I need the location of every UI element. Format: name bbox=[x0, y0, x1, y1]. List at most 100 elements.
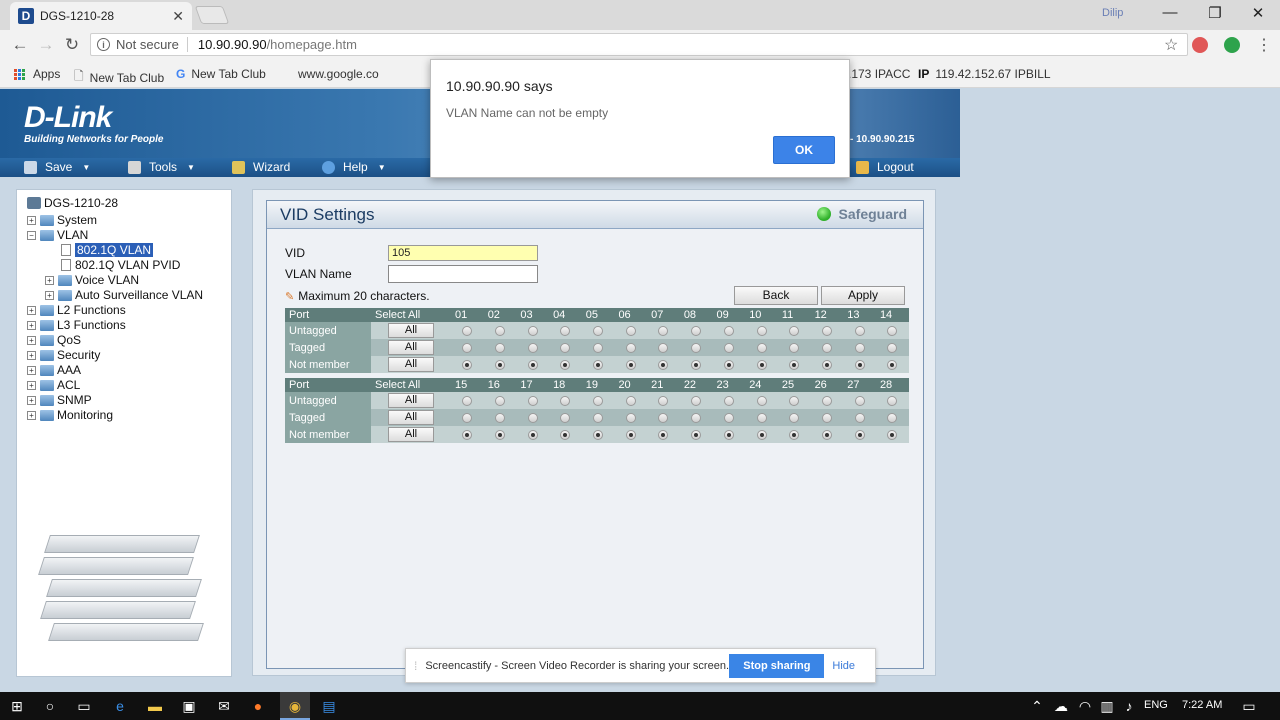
dialog-ok-button[interactable]: OK bbox=[773, 136, 835, 164]
expand-icon[interactable]: + bbox=[27, 395, 36, 405]
volume-icon[interactable]: ♪ bbox=[1120, 697, 1138, 715]
select-all-not-member-button[interactable]: All bbox=[388, 427, 434, 442]
port-25-not-member-radio[interactable] bbox=[789, 429, 800, 440]
chevron-up-icon[interactable]: ⌃ bbox=[1028, 697, 1046, 715]
vid-input[interactable]: 105 bbox=[388, 245, 538, 261]
tree-item-acl[interactable]: + ACL bbox=[27, 378, 80, 392]
port-05-untagged-radio[interactable] bbox=[593, 325, 604, 336]
language-indicator[interactable]: ENG bbox=[1144, 699, 1168, 711]
tree-item-auto-surveillance-vlan[interactable]: + Auto Surveillance VLAN bbox=[45, 288, 203, 302]
expand-icon[interactable]: + bbox=[27, 350, 36, 360]
port-17-not-member-radio[interactable] bbox=[527, 429, 538, 440]
tree-item-monitoring[interactable]: + Monitoring bbox=[27, 408, 113, 422]
port-22-not-member-radio[interactable] bbox=[691, 429, 702, 440]
network-icon[interactable]: ▥ bbox=[1098, 697, 1116, 715]
expand-icon[interactable]: + bbox=[27, 320, 36, 330]
port-27-tagged-radio[interactable] bbox=[854, 412, 865, 423]
port-25-untagged-radio[interactable] bbox=[789, 395, 800, 406]
expand-icon[interactable]: + bbox=[27, 215, 36, 225]
expand-icon[interactable]: + bbox=[27, 365, 36, 375]
port-09-untagged-radio[interactable] bbox=[723, 325, 734, 336]
port-13-tagged-radio[interactable] bbox=[854, 342, 865, 353]
port-09-not-member-radio[interactable] bbox=[723, 359, 734, 370]
info-icon[interactable]: i bbox=[97, 38, 110, 51]
profile-name[interactable]: Dilip bbox=[1102, 7, 1123, 19]
port-19-tagged-radio[interactable] bbox=[593, 412, 604, 423]
tree-item-vlan[interactable]: − VLAN bbox=[27, 228, 88, 242]
menu-tools[interactable]: Tools ▼ bbox=[128, 160, 195, 174]
search-icon[interactable]: ○ bbox=[41, 697, 59, 715]
port-02-tagged-radio[interactable] bbox=[495, 342, 506, 353]
port-14-untagged-radio[interactable] bbox=[887, 325, 898, 336]
file-explorer-icon[interactable]: ▬ bbox=[146, 697, 164, 715]
hide-link[interactable]: Hide bbox=[832, 660, 855, 672]
port-02-untagged-radio[interactable] bbox=[495, 325, 506, 336]
port-16-untagged-radio[interactable] bbox=[495, 395, 506, 406]
port-07-tagged-radio[interactable] bbox=[658, 342, 669, 353]
bookmark-star-icon[interactable]: ☆ bbox=[1164, 35, 1178, 55]
edge-icon[interactable]: e bbox=[111, 697, 129, 715]
bookmark-google[interactable]: www.google.co bbox=[298, 67, 379, 81]
port-13-untagged-radio[interactable] bbox=[854, 325, 865, 336]
port-19-untagged-radio[interactable] bbox=[593, 395, 604, 406]
menu-help[interactable]: Help ▼ bbox=[322, 160, 386, 174]
cloud-icon[interactable]: ☁ bbox=[1052, 697, 1070, 715]
minimize-icon[interactable]: — bbox=[1160, 4, 1180, 21]
port-21-tagged-radio[interactable] bbox=[658, 412, 669, 423]
select-all-tagged-button[interactable]: All bbox=[388, 410, 434, 425]
port-12-not-member-radio[interactable] bbox=[821, 359, 832, 370]
new-tab-button[interactable] bbox=[194, 6, 230, 24]
port-18-untagged-radio[interactable] bbox=[560, 395, 571, 406]
port-18-tagged-radio[interactable] bbox=[560, 412, 571, 423]
port-06-not-member-radio[interactable] bbox=[625, 359, 636, 370]
port-03-tagged-radio[interactable] bbox=[527, 342, 538, 353]
expand-icon[interactable]: + bbox=[45, 275, 54, 285]
port-26-not-member-radio[interactable] bbox=[821, 429, 832, 440]
port-07-untagged-radio[interactable] bbox=[658, 325, 669, 336]
tree-item-l3-functions[interactable]: + L3 Functions bbox=[27, 318, 126, 332]
drag-handle-icon[interactable]: ⁞ bbox=[414, 659, 417, 673]
port-24-not-member-radio[interactable] bbox=[756, 429, 767, 440]
wifi-icon[interactable]: ◠ bbox=[1076, 697, 1094, 715]
port-02-not-member-radio[interactable] bbox=[495, 359, 506, 370]
menu-save[interactable]: Save ▼ bbox=[24, 160, 90, 174]
port-19-not-member-radio[interactable] bbox=[593, 429, 604, 440]
menu-logout[interactable]: Logout bbox=[856, 160, 914, 174]
port-26-tagged-radio[interactable] bbox=[821, 412, 832, 423]
port-08-not-member-radio[interactable] bbox=[691, 359, 702, 370]
port-11-not-member-radio[interactable] bbox=[789, 359, 800, 370]
port-01-not-member-radio[interactable] bbox=[462, 359, 473, 370]
port-04-not-member-radio[interactable] bbox=[560, 359, 571, 370]
expand-icon[interactable]: + bbox=[27, 380, 36, 390]
port-08-tagged-radio[interactable] bbox=[691, 342, 702, 353]
port-06-untagged-radio[interactable] bbox=[625, 325, 636, 336]
browser-tab[interactable]: D DGS-1210-28 ✕ bbox=[10, 2, 192, 30]
port-18-not-member-radio[interactable] bbox=[560, 429, 571, 440]
port-10-not-member-radio[interactable] bbox=[756, 359, 767, 370]
tree-item-8021q-vlan-pvid[interactable]: 802.1Q VLAN PVID bbox=[61, 258, 180, 272]
port-06-tagged-radio[interactable] bbox=[625, 342, 636, 353]
tree-root[interactable]: DGS-1210-28 bbox=[27, 196, 118, 210]
bookmark-new-tab-club-2[interactable]: G New Tab Club bbox=[176, 67, 266, 81]
port-15-not-member-radio[interactable] bbox=[462, 429, 473, 440]
mail-icon[interactable]: ✉ bbox=[215, 697, 233, 715]
port-03-not-member-radio[interactable] bbox=[527, 359, 538, 370]
port-27-untagged-radio[interactable] bbox=[854, 395, 865, 406]
port-04-untagged-radio[interactable] bbox=[560, 325, 571, 336]
port-20-tagged-radio[interactable] bbox=[625, 412, 636, 423]
port-21-untagged-radio[interactable] bbox=[658, 395, 669, 406]
port-25-tagged-radio[interactable] bbox=[789, 412, 800, 423]
browser-menu-icon[interactable]: ⋮ bbox=[1256, 35, 1272, 55]
collapse-icon[interactable]: − bbox=[27, 230, 36, 240]
port-14-tagged-radio[interactable] bbox=[887, 342, 898, 353]
select-all-tagged-button[interactable]: All bbox=[388, 340, 434, 355]
menu-wizard[interactable]: Wizard bbox=[232, 160, 290, 174]
tree-item-aaa[interactable]: + AAA bbox=[27, 363, 81, 377]
port-03-untagged-radio[interactable] bbox=[527, 325, 538, 336]
port-07-not-member-radio[interactable] bbox=[658, 359, 669, 370]
expand-icon[interactable]: + bbox=[27, 410, 36, 420]
port-20-untagged-radio[interactable] bbox=[625, 395, 636, 406]
expand-icon[interactable]: + bbox=[27, 335, 36, 345]
port-14-not-member-radio[interactable] bbox=[887, 359, 898, 370]
stop-sharing-button[interactable]: Stop sharing bbox=[729, 653, 825, 678]
